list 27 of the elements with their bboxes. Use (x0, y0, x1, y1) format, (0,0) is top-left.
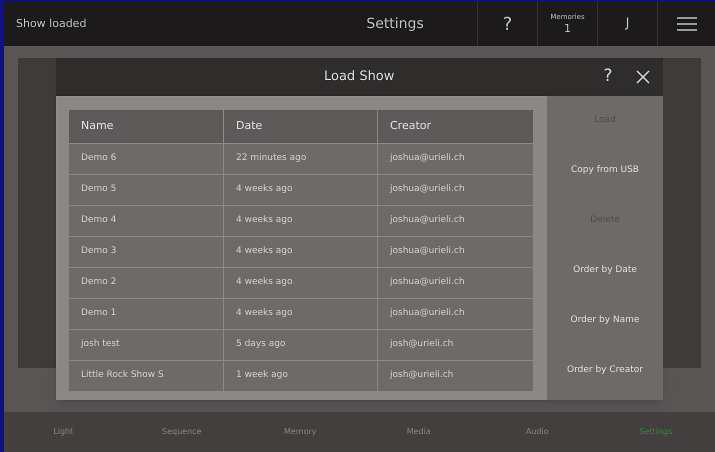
action-button[interactable]: Order by Name (547, 296, 663, 346)
help-button[interactable]: ? (593, 64, 623, 90)
table-row[interactable]: josh test 5 days ago josh@urieli.ch (69, 329, 534, 360)
table-row[interactable]: Demo 2 4 weeks ago joshua@urieli.ch (69, 267, 534, 298)
action-button[interactable]: Order by Creator (547, 346, 663, 396)
table-cell: josh@urieli.ch (378, 361, 534, 391)
table-cell: Little Rock Show S (69, 361, 224, 391)
table-cell: 1 week ago (224, 361, 378, 391)
table-row[interactable]: Demo 5 4 weeks ago joshua@urieli.ch (69, 174, 534, 205)
nav-tab[interactable]: Memory (241, 426, 360, 438)
table-row[interactable]: Little Rock Show S 1 week ago josh@urieli.ch (69, 360, 534, 391)
page-title: Settings (365, 14, 425, 34)
nav-tab[interactable]: Media (360, 426, 478, 438)
nav-tab[interactable]: Sequence (122, 426, 241, 438)
nav-tab[interactable]: Audio (478, 426, 596, 438)
nav-tab[interactable]: Settings (596, 426, 715, 438)
status-text: Show loaded (15, 16, 88, 32)
dialog-title: Load Show (324, 68, 394, 86)
table-row[interactable]: Demo 1 4 weeks ago joshua@urieli.ch (69, 298, 534, 329)
nav-tab[interactable]: Light (4, 426, 122, 438)
action-button[interactable]: Copy from USB (547, 146, 663, 196)
close-icon (636, 70, 650, 84)
action-button[interactable]: Order by Date (547, 246, 663, 296)
table-row[interactable]: Demo 4 4 weeks ago joshua@urieli.ch (69, 205, 534, 236)
menu-icon (676, 17, 696, 31)
table-row[interactable]: Demo 6 22 minutes ago joshua@urieli.ch (69, 143, 534, 174)
table-row[interactable]: Demo 3 4 weeks ago joshua@urieli.ch (69, 236, 534, 267)
